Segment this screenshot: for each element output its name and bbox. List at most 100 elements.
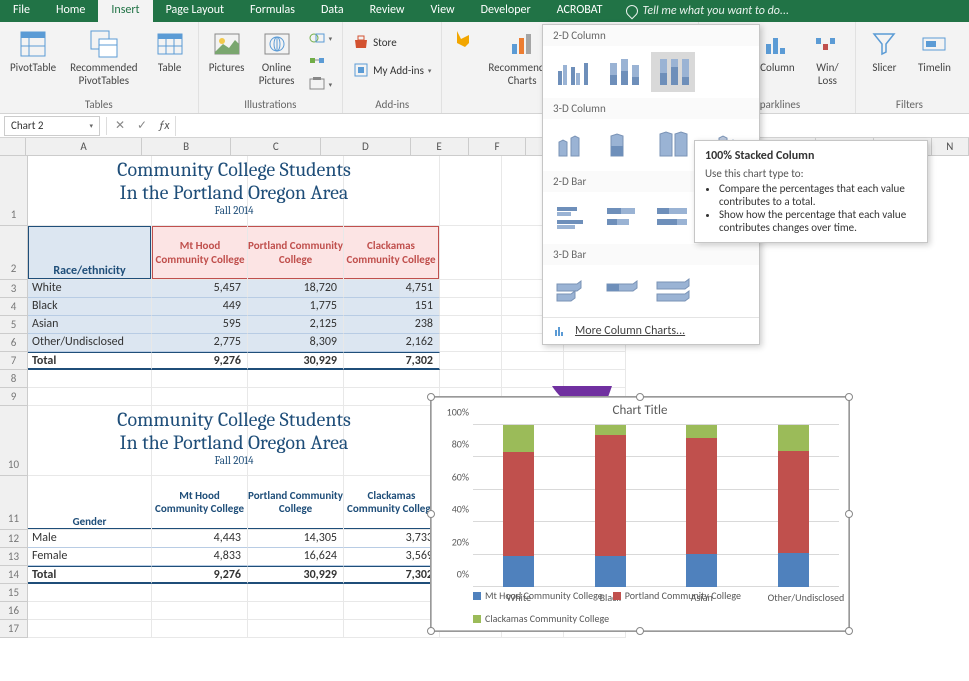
cell[interactable]: White: [28, 280, 152, 298]
smartart-button[interactable]: [305, 51, 337, 71]
cell[interactable]: [152, 156, 248, 226]
row-header[interactable]: 11: [0, 476, 28, 530]
timeline-button[interactable]: Timelin: [912, 26, 956, 77]
col-header[interactable]: B: [142, 138, 232, 156]
clustered-column-option[interactable]: [551, 52, 595, 92]
cell[interactable]: [248, 602, 344, 620]
row-header[interactable]: 17: [0, 620, 28, 638]
row-header[interactable]: 2: [0, 226, 28, 280]
row-header[interactable]: 6: [0, 334, 28, 352]
cell[interactable]: [248, 156, 344, 226]
cell[interactable]: 2,162: [344, 334, 440, 352]
cell[interactable]: [152, 388, 248, 406]
stacked-bar-option[interactable]: [601, 198, 645, 238]
cell[interactable]: 2,775: [152, 334, 248, 352]
cell[interactable]: Portland Community College: [248, 226, 344, 280]
cell[interactable]: 30,929: [248, 566, 344, 584]
3d-100-stacked-bar-option[interactable]: [651, 271, 695, 311]
screenshot-button[interactable]: ▾: [305, 74, 337, 94]
row-header[interactable]: 7: [0, 352, 28, 370]
insert-function-button[interactable]: ƒx: [153, 119, 175, 133]
shapes-button[interactable]: ▾: [305, 28, 337, 48]
row-header[interactable]: 9: [0, 388, 28, 406]
cell[interactable]: [502, 352, 564, 370]
resize-handle[interactable]: [427, 393, 435, 401]
cell[interactable]: 4,443: [152, 530, 248, 548]
cell[interactable]: [248, 620, 344, 638]
sparkline-winloss-button[interactable]: Win/ Loss: [805, 26, 849, 89]
row-header[interactable]: 14: [0, 566, 28, 584]
cell[interactable]: [248, 406, 344, 476]
cell[interactable]: [344, 370, 440, 388]
cell[interactable]: Clackamas Community College: [344, 476, 440, 530]
slicer-button[interactable]: Slicer: [862, 26, 906, 77]
cell[interactable]: 238: [344, 316, 440, 334]
cell[interactable]: 4,751: [344, 280, 440, 298]
cell[interactable]: Portland Community College: [248, 476, 344, 530]
cell[interactable]: 2,125: [248, 316, 344, 334]
cell[interactable]: 9,276: [152, 566, 248, 584]
cell[interactable]: Total: [28, 352, 152, 370]
pictures-button[interactable]: Pictures: [205, 26, 249, 77]
row-header[interactable]: 13: [0, 548, 28, 566]
row-header[interactable]: 8: [0, 370, 28, 388]
more-column-charts-button[interactable]: More Column Charts...: [543, 317, 759, 344]
name-box[interactable]: Chart 2▾: [4, 116, 100, 136]
row-header[interactable]: 5: [0, 316, 28, 334]
cell[interactable]: [28, 620, 152, 638]
col-header[interactable]: A: [26, 138, 142, 156]
cell[interactable]: [344, 602, 440, 620]
cell[interactable]: [248, 584, 344, 602]
tab-formulas[interactable]: Formulas: [237, 0, 308, 22]
cell[interactable]: 595: [152, 316, 248, 334]
recommended-pivottables-button[interactable]: Recommended PivotTables: [66, 26, 141, 89]
cell[interactable]: Asian: [28, 316, 152, 334]
cell[interactable]: Clackamas Community College: [344, 226, 440, 280]
cell[interactable]: 4,833: [152, 548, 248, 566]
sparkline-column-button[interactable]: Column: [755, 26, 799, 77]
cell[interactable]: Race/ethnicity: [28, 226, 152, 280]
3d-clustered-column-option[interactable]: [551, 125, 595, 165]
embedded-chart[interactable]: Chart Title 0%20%40%60%80%100%WhiteBlack…: [430, 396, 850, 632]
cell[interactable]: [440, 334, 502, 352]
tab-developer[interactable]: Developer: [468, 0, 544, 22]
cell[interactable]: [440, 298, 502, 316]
cell[interactable]: Female: [28, 548, 152, 566]
resize-handle[interactable]: [845, 627, 853, 635]
cell[interactable]: Other/Undisclosed: [28, 334, 152, 352]
tab-review[interactable]: Review: [357, 0, 418, 22]
cell[interactable]: 3,733: [344, 530, 440, 548]
col-header[interactable]: C: [231, 138, 321, 156]
cell[interactable]: [248, 370, 344, 388]
resize-handle[interactable]: [636, 393, 644, 401]
row-header[interactable]: 4: [0, 298, 28, 316]
stacked-column-option[interactable]: [601, 52, 645, 92]
cell[interactable]: [152, 406, 248, 476]
cell[interactable]: [28, 370, 152, 388]
clustered-bar-option[interactable]: [551, 198, 595, 238]
cell[interactable]: Mt Hood Community College: [152, 226, 248, 280]
tab-home[interactable]: Home: [43, 0, 98, 22]
resize-handle[interactable]: [845, 510, 853, 518]
cell[interactable]: [152, 370, 248, 388]
cell[interactable]: 151: [344, 298, 440, 316]
tab-page-layout[interactable]: Page Layout: [153, 0, 237, 22]
3d-stacked-column-option[interactable]: [601, 125, 645, 165]
100-stacked-bar-option[interactable]: [651, 198, 695, 238]
cell[interactable]: [344, 620, 440, 638]
cell[interactable]: [152, 584, 248, 602]
store-button[interactable]: Store: [349, 32, 401, 52]
cell[interactable]: Black: [28, 298, 152, 316]
tab-acrobat[interactable]: ACROBAT: [544, 0, 616, 22]
cell[interactable]: Community College Students In the Portla…: [28, 156, 152, 226]
chart-legend[interactable]: Mt Hood Community College Portland Commu…: [473, 589, 839, 625]
cell[interactable]: [440, 156, 502, 226]
cell[interactable]: 8,309: [248, 334, 344, 352]
cell[interactable]: [440, 352, 502, 370]
cell[interactable]: Total: [28, 566, 152, 584]
3d-clustered-bar-option[interactable]: [551, 271, 595, 311]
cell[interactable]: 3,569: [344, 548, 440, 566]
cell[interactable]: [28, 602, 152, 620]
bing-maps-button[interactable]: [448, 26, 478, 52]
row-header[interactable]: 16: [0, 602, 28, 620]
